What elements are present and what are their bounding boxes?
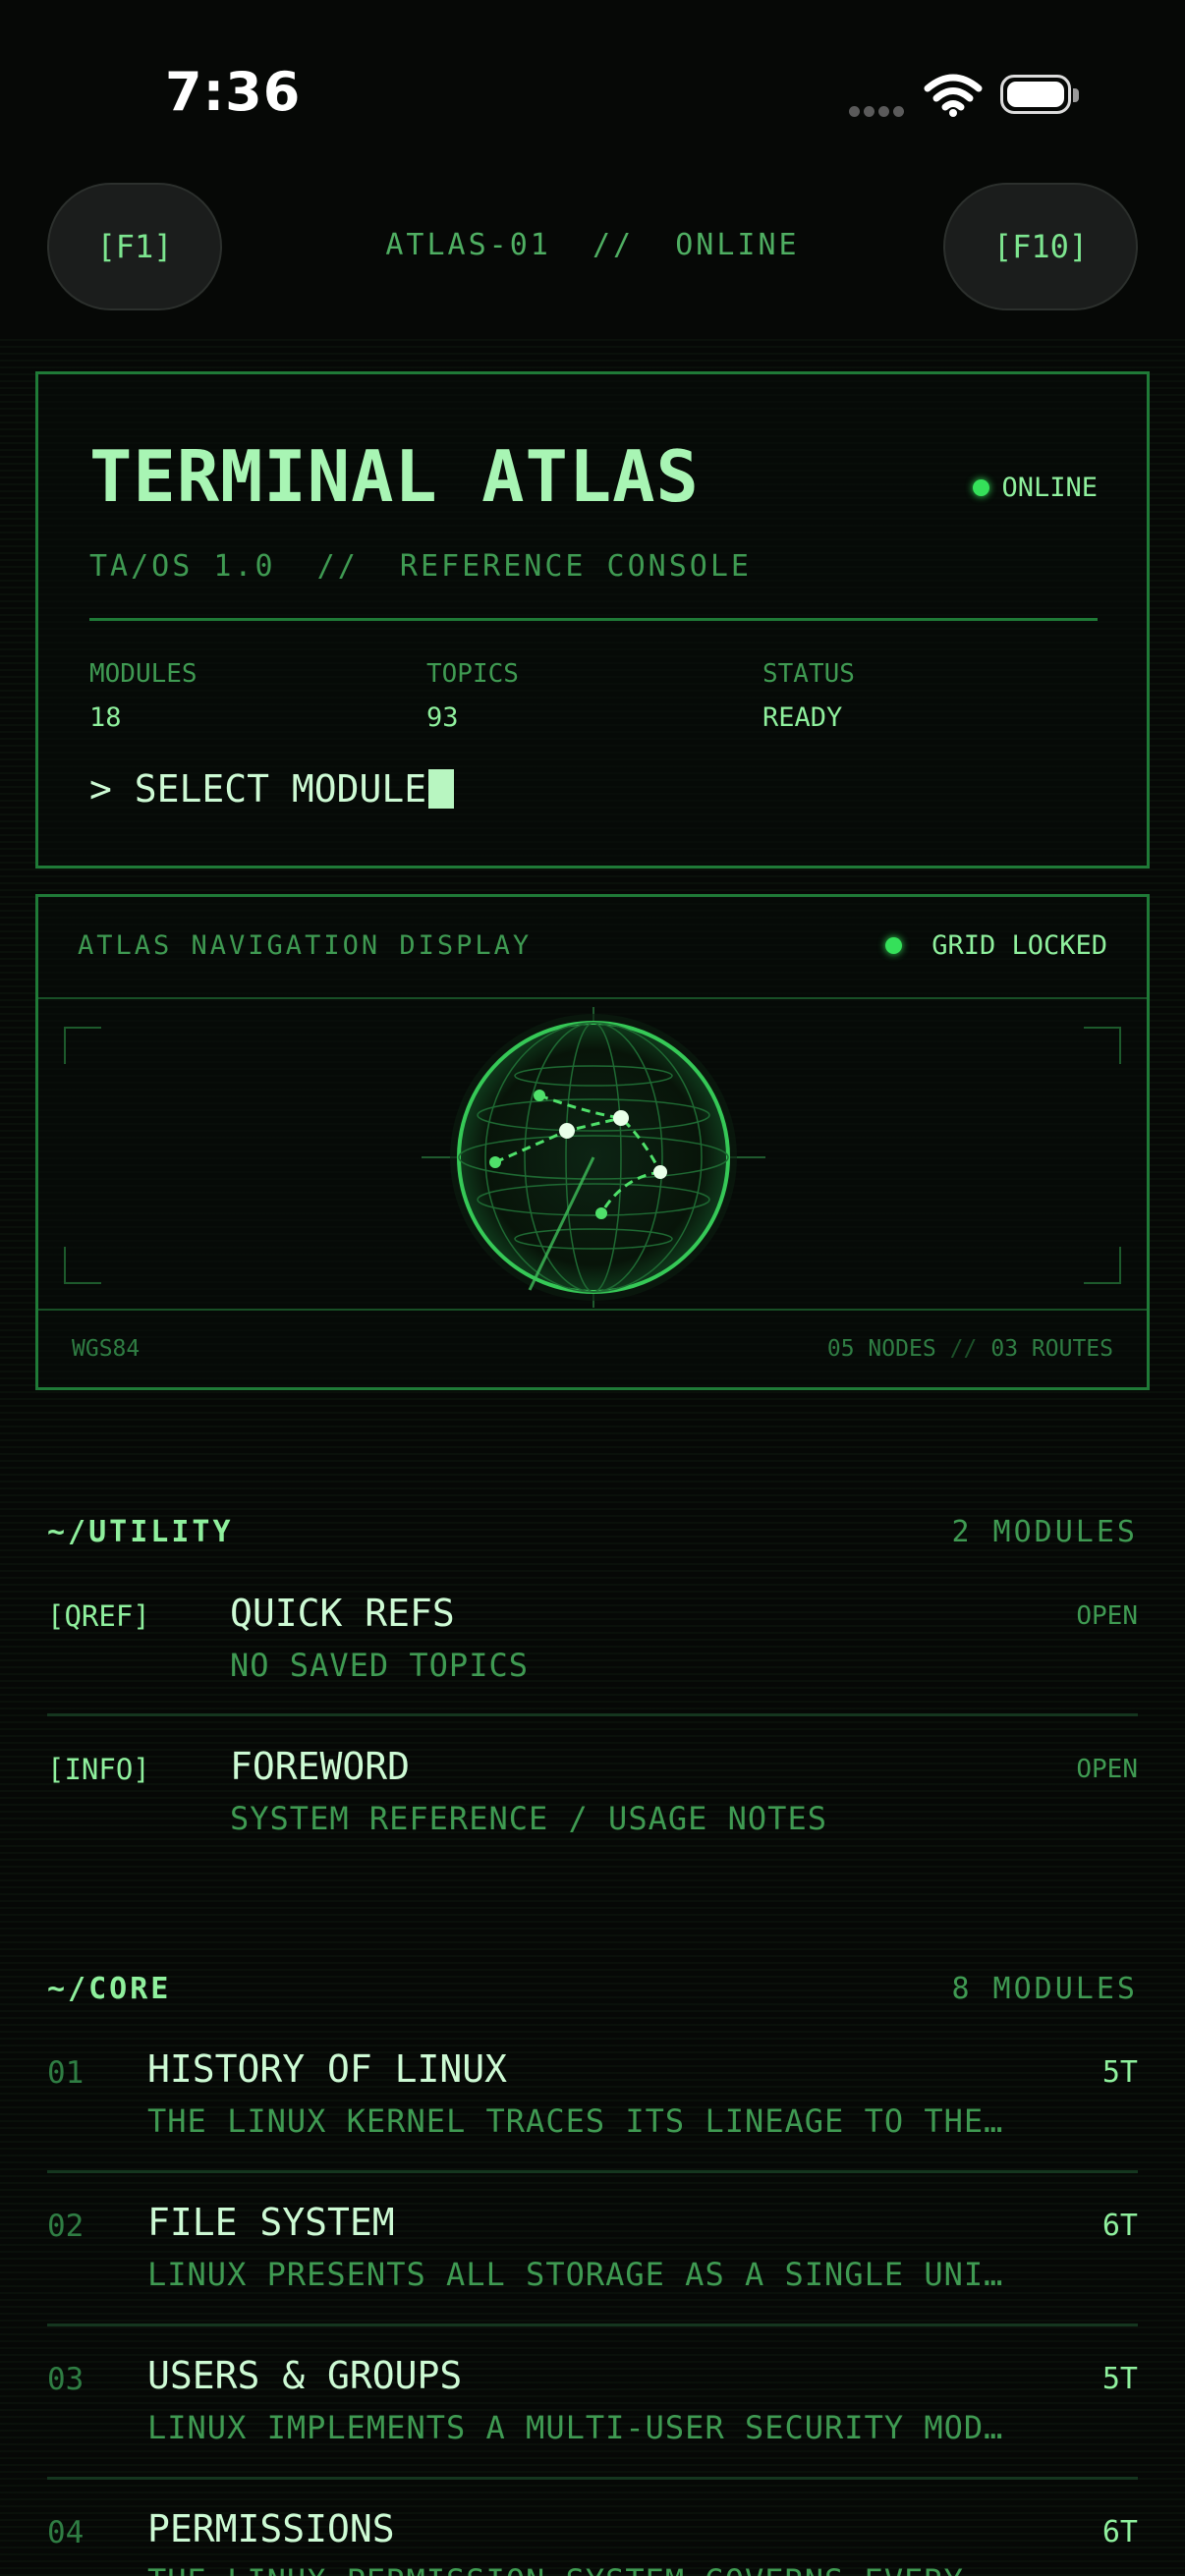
module-description: LINUX PRESENTS ALL STORAGE AS A SINGLE U… [147, 2256, 1004, 2293]
stat-modules: MODULES 18 [89, 659, 198, 733]
status-time: 7:36 [165, 61, 302, 123]
stat-value: 18 [89, 702, 122, 733]
stat-status: STATUS READY [762, 659, 855, 733]
module-tag: [INFO] [47, 1753, 150, 1786]
list-item-file-system[interactable]: 02 FILE SYSTEM LINUX PRESENTS ALL STORAG… [47, 2201, 1138, 2319]
grid-lock-label: GRID LOCKED [931, 930, 1107, 961]
module-title: QUICK REFS [230, 1592, 455, 1635]
cursor-block [428, 769, 455, 809]
grid-lock-status: GRID LOCKED [885, 930, 1107, 961]
module-number: 03 [47, 2362, 85, 2397]
section-name: ~/UTILITY [47, 1515, 234, 1549]
section-count: 8 MODULES [951, 1972, 1138, 2006]
f10-key-button[interactable]: [F10] [943, 183, 1138, 310]
frame-corner-icon [64, 1247, 101, 1284]
divider [47, 2324, 1138, 2326]
section-name: ~/CORE [47, 1972, 172, 2006]
prompt-text: > SELECT MODULE [89, 767, 427, 811]
module-description: SYSTEM REFERENCE / USAGE NOTES [230, 1800, 827, 1837]
nav-display-header: ATLAS NAVIGATION DISPLAY GRID LOCKED [38, 897, 1147, 999]
module-title: USERS & GROUPS [147, 2354, 463, 2397]
f1-key-button[interactable]: [F1] [47, 183, 222, 310]
stat-label: STATUS [762, 659, 855, 689]
hero-status: ONLINE [973, 473, 1098, 503]
stat-label: TOPICS [426, 659, 519, 689]
topic-count: 5T [1101, 2362, 1138, 2396]
node-route-summary: 05 NODES // 03 ROUTES [827, 1336, 1113, 1362]
module-title: HISTORY OF LINUX [147, 2047, 508, 2091]
routes-count: 03 ROUTES [990, 1336, 1113, 1362]
module-description: THE LINUX PERMISSION SYSTEM GOVERNS EVER… [147, 2562, 984, 2576]
cellular-signal-icon [849, 102, 908, 121]
open-link[interactable]: OPEN [1076, 1601, 1138, 1631]
globe-radar-icon [422, 1007, 765, 1308]
list-item-users-groups[interactable]: 03 USERS & GROUPS LINUX IMPLEMENTS A MUL… [47, 2354, 1138, 2472]
hero-subtitle: TA/OS 1.0 // REFERENCE CONSOLE [89, 549, 752, 584]
status-dot-icon [885, 937, 903, 954]
list-item-foreword[interactable]: [INFO] FOREWORD SYSTEM REFERENCE / USAGE… [47, 1745, 1138, 1863]
divider [47, 1713, 1138, 1716]
status-dot-icon [973, 479, 990, 496]
list-item-permissions[interactable]: 04 PERMISSIONS THE LINUX PERMISSION SYST… [47, 2507, 1138, 2576]
module-description: NO SAVED TOPICS [230, 1647, 529, 1684]
frame-corner-icon [1084, 1027, 1121, 1064]
nav-display-title: ATLAS NAVIGATION DISPLAY [78, 930, 533, 961]
module-title: FILE SYSTEM [147, 2201, 395, 2244]
nodes-count: 05 NODES [826, 1336, 936, 1362]
section-count: 2 MODULES [951, 1515, 1138, 1549]
divider [47, 2477, 1138, 2480]
datum-label: WGS84 [72, 1336, 141, 1362]
frame-corner-icon [64, 1027, 101, 1064]
topic-count: 6T [1101, 2515, 1138, 2549]
module-number: 02 [47, 2209, 85, 2244]
divider [47, 2170, 1138, 2173]
wifi-icon [924, 74, 983, 117]
list-item-quick-refs[interactable]: [QREF] QUICK REFS NO SAVED TOPICS OPEN [47, 1592, 1138, 1709]
hero-divider [89, 618, 1098, 621]
stat-value: 93 [426, 702, 459, 733]
module-number: 04 [47, 2515, 85, 2550]
navigation-display-card: ATLAS NAVIGATION DISPLAY GRID LOCKED WGS… [35, 894, 1150, 1390]
separator: // [949, 1336, 978, 1362]
hero-card: TERMINAL ATLAS ONLINE TA/OS 1.0 // REFER… [35, 371, 1150, 868]
nav-display-footer: WGS84 05 NODES // 03 ROUTES [38, 1309, 1147, 1387]
select-module-prompt[interactable]: > SELECT MODULE [89, 767, 455, 811]
topic-count: 5T [1101, 2055, 1138, 2090]
open-link[interactable]: OPEN [1076, 1755, 1138, 1784]
topic-count: 6T [1101, 2209, 1138, 2243]
module-description: LINUX IMPLEMENTS A MULTI-USER SECURITY M… [147, 2409, 1004, 2446]
stat-label: MODULES [89, 659, 198, 689]
hero-status-label: ONLINE [1001, 473, 1098, 503]
battery-icon [1000, 75, 1079, 114]
stat-value: READY [762, 702, 843, 733]
hero-title: TERMINAL ATLAS [89, 435, 700, 518]
list-item-history-of-linux[interactable]: 01 HISTORY OF LINUX THE LINUX KERNEL TRA… [47, 2047, 1138, 2165]
module-tag: [QREF] [47, 1599, 150, 1633]
module-description: THE LINUX KERNEL TRACES ITS LINEAGE TO T… [147, 2102, 1004, 2140]
nav-title: ATLAS-01 // ONLINE [385, 228, 800, 262]
frame-corner-icon [1084, 1247, 1121, 1284]
module-title: FOREWORD [230, 1745, 411, 1788]
module-number: 01 [47, 2055, 85, 2091]
stat-topics: TOPICS 93 [426, 659, 519, 733]
module-title: PERMISSIONS [147, 2507, 395, 2550]
